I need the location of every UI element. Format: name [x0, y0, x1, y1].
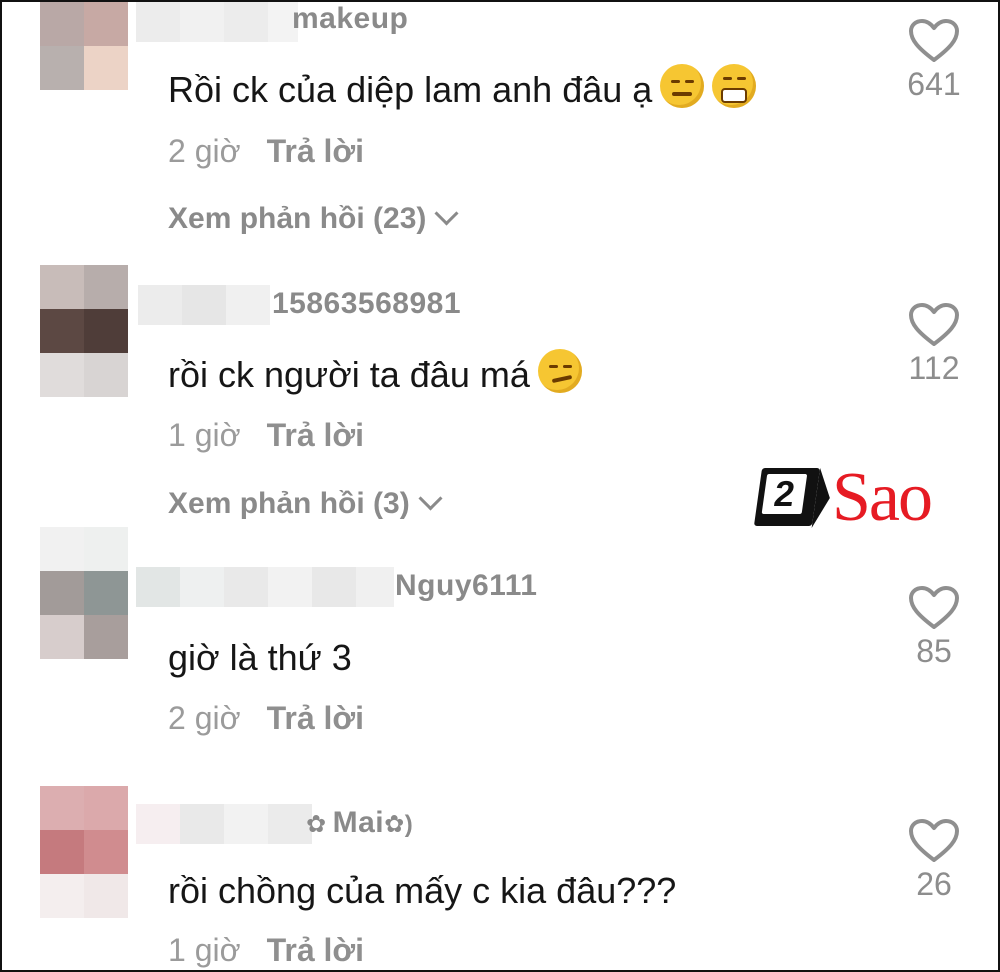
heart-outline-icon	[909, 586, 959, 629]
reply-button[interactable]: Trả lời	[267, 417, 364, 453]
comment-item: makeup Rồi ck của diệp lam anh đâu ạ 2 g…	[0, 0, 1000, 255]
comment-meta: 2 giờ Trả lời	[168, 133, 364, 170]
view-replies-label: Xem phản hồi (23)	[168, 202, 427, 235]
comment-username[interactable]: 15863568981	[272, 287, 461, 321]
logo-number: 2	[761, 473, 808, 514]
watermark-2sao-logo: 2 Sao	[753, 458, 948, 538]
heart-outline-icon	[909, 303, 959, 346]
avatar[interactable]	[40, 265, 128, 397]
view-replies-label: Xem phản hồi (3)	[168, 487, 410, 520]
comment-username[interactable]: makeup	[292, 2, 408, 36]
reply-button[interactable]: Trả lời	[267, 133, 364, 169]
logo-number-badge: 2	[753, 468, 835, 528]
flower-icon: ✿	[306, 811, 327, 838]
comment-text: rồi chồng của mấy c kia đâu???	[168, 870, 676, 912]
comment-time: 2 giờ	[168, 700, 241, 736]
comment-text-content: rồi ck người ta đâu má	[168, 354, 530, 395]
comment-text-content: Rồi ck của diệp lam anh đâu ạ	[168, 69, 653, 110]
comment-meta: 2 giờ Trả lời	[168, 700, 364, 737]
avatar[interactable]	[40, 2, 128, 90]
avatar[interactable]	[40, 527, 128, 659]
chevron-down-icon	[418, 486, 443, 511]
reply-button[interactable]: Trả lời	[267, 932, 364, 968]
heart-outline-icon	[909, 819, 959, 862]
comment-text: rồi ck người ta đâu má	[168, 349, 582, 396]
comment-meta: 1 giờ Trả lời	[168, 932, 364, 969]
like-button[interactable]: 641	[900, 18, 968, 103]
blurred-username	[138, 285, 270, 325]
relieved-face-emoji	[660, 64, 705, 108]
comment-text: Rồi ck của diệp lam anh đâu ạ	[168, 64, 757, 111]
comment-username-text: Mai	[332, 806, 385, 839]
logo-brand: Sao	[832, 459, 933, 536]
comment-text-content: rồi chồng của mấy c kia đâu???	[168, 870, 677, 911]
comment-item: Nguy6111 giờ là thứ 3 2 giờ Trả lời 85	[0, 527, 1000, 757]
chevron-down-icon	[434, 201, 459, 226]
smirking-face-emoji	[537, 349, 582, 393]
view-replies-button[interactable]: Xem phản hồi (23)	[168, 201, 459, 236]
blurred-username	[136, 567, 394, 607]
flower-icon: ✿)	[384, 811, 414, 838]
like-count: 112	[908, 350, 960, 386]
like-button[interactable]: 26	[900, 818, 968, 903]
comment-time: 1 giờ	[168, 417, 241, 453]
comment-text: giờ là thứ 3	[168, 637, 352, 679]
like-button[interactable]: 85	[900, 585, 968, 670]
heart-outline-icon	[909, 19, 959, 62]
blurred-username	[136, 804, 312, 844]
like-button[interactable]: 112	[900, 302, 968, 387]
comment-username[interactable]: ✿ Mai✿)	[306, 806, 413, 840]
blurred-username	[136, 2, 298, 42]
avatar[interactable]	[40, 786, 128, 918]
view-replies-button[interactable]: Xem phản hồi (3)	[168, 486, 443, 521]
comment-text-content: giờ là thứ 3	[168, 637, 352, 678]
comment-item: ✿ Mai✿) rồi chồng của mấy c kia đâu??? 1 …	[0, 786, 1000, 972]
comment-time: 2 giờ	[168, 133, 241, 169]
comment-time: 1 giờ	[168, 932, 241, 968]
comment-username[interactable]: Nguy6111	[395, 569, 537, 603]
like-count: 641	[907, 66, 961, 102]
like-count: 85	[916, 633, 952, 669]
like-count: 26	[916, 866, 952, 902]
comment-meta: 1 giờ Trả lời	[168, 417, 364, 454]
grimacing-face-emoji	[712, 64, 757, 108]
reply-button[interactable]: Trả lời	[267, 700, 364, 736]
